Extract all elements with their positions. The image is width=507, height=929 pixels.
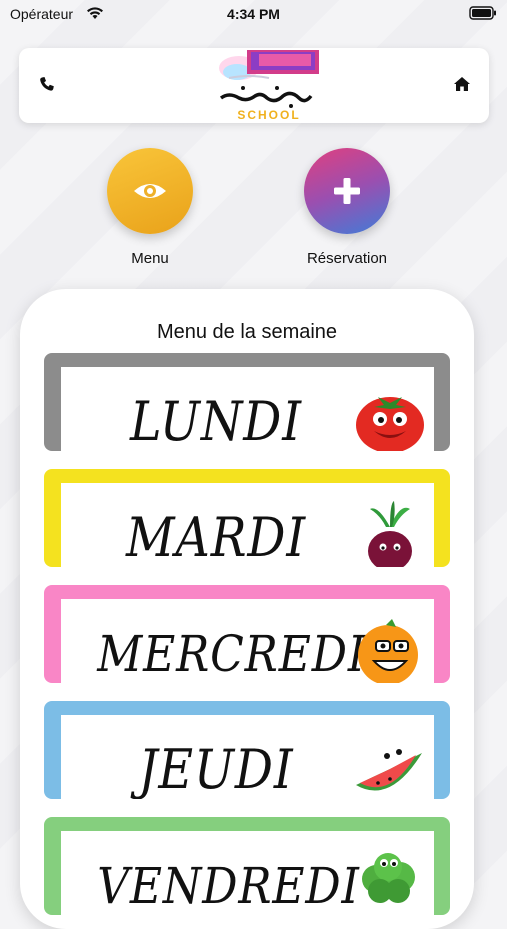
day-card-mercredi[interactable]: MERCREDI bbox=[44, 585, 450, 683]
day-label: JEUDI bbox=[138, 738, 294, 799]
day-label: MARDI bbox=[125, 506, 307, 567]
day-card-jeudi[interactable]: JEUDI bbox=[44, 701, 450, 799]
broccoli-icon bbox=[362, 853, 415, 903]
day-card-inner: JEUDI bbox=[61, 715, 434, 799]
weekly-menu-title: Menu de la semaine bbox=[156, 321, 338, 343]
beet-icon bbox=[368, 501, 412, 567]
school-logo: SCHOOL bbox=[199, 48, 329, 123]
day-card-vendredi[interactable]: VENDREDI bbox=[44, 817, 450, 915]
home-icon[interactable] bbox=[453, 76, 471, 97]
day-label: VENDREDI bbox=[97, 857, 360, 915]
tomato-icon bbox=[356, 397, 424, 451]
logo-text: SCHOOL bbox=[237, 108, 301, 122]
day-card-mardi[interactable]: MARDI bbox=[44, 469, 450, 567]
day-label: MERCREDI bbox=[97, 625, 367, 683]
day-label: LUNDI bbox=[130, 390, 302, 451]
reservation-label: Réservation bbox=[306, 250, 388, 267]
eye-icon bbox=[134, 184, 166, 198]
day-card-inner: MARDI bbox=[61, 483, 434, 567]
day-card-inner: VENDREDI bbox=[61, 831, 434, 915]
weekly-menu-card: Menu de la semaine LUNDI MARDI MERCREDI … bbox=[20, 289, 474, 929]
orange-icon bbox=[358, 619, 418, 683]
reservation-button[interactable]: Réservation bbox=[287, 148, 407, 267]
reservation-circle[interactable] bbox=[304, 148, 390, 234]
menu-button[interactable]: Menu bbox=[90, 148, 210, 267]
clock: 4:34 PM bbox=[227, 6, 280, 22]
phone-icon[interactable] bbox=[39, 76, 55, 97]
day-card-lundi[interactable]: LUNDI bbox=[44, 353, 450, 451]
header-bar: SCHOOL bbox=[19, 48, 489, 123]
plus-icon bbox=[334, 178, 360, 204]
menu-circle[interactable] bbox=[107, 148, 193, 234]
day-card-inner: LUNDI bbox=[61, 367, 434, 451]
day-card-inner: MERCREDI bbox=[61, 599, 434, 683]
status-bar: Opérateur 4:34 PM bbox=[0, 0, 507, 28]
menu-label: Menu bbox=[131, 250, 169, 267]
battery-icon bbox=[469, 6, 497, 23]
watermelon-icon bbox=[356, 744, 422, 791]
